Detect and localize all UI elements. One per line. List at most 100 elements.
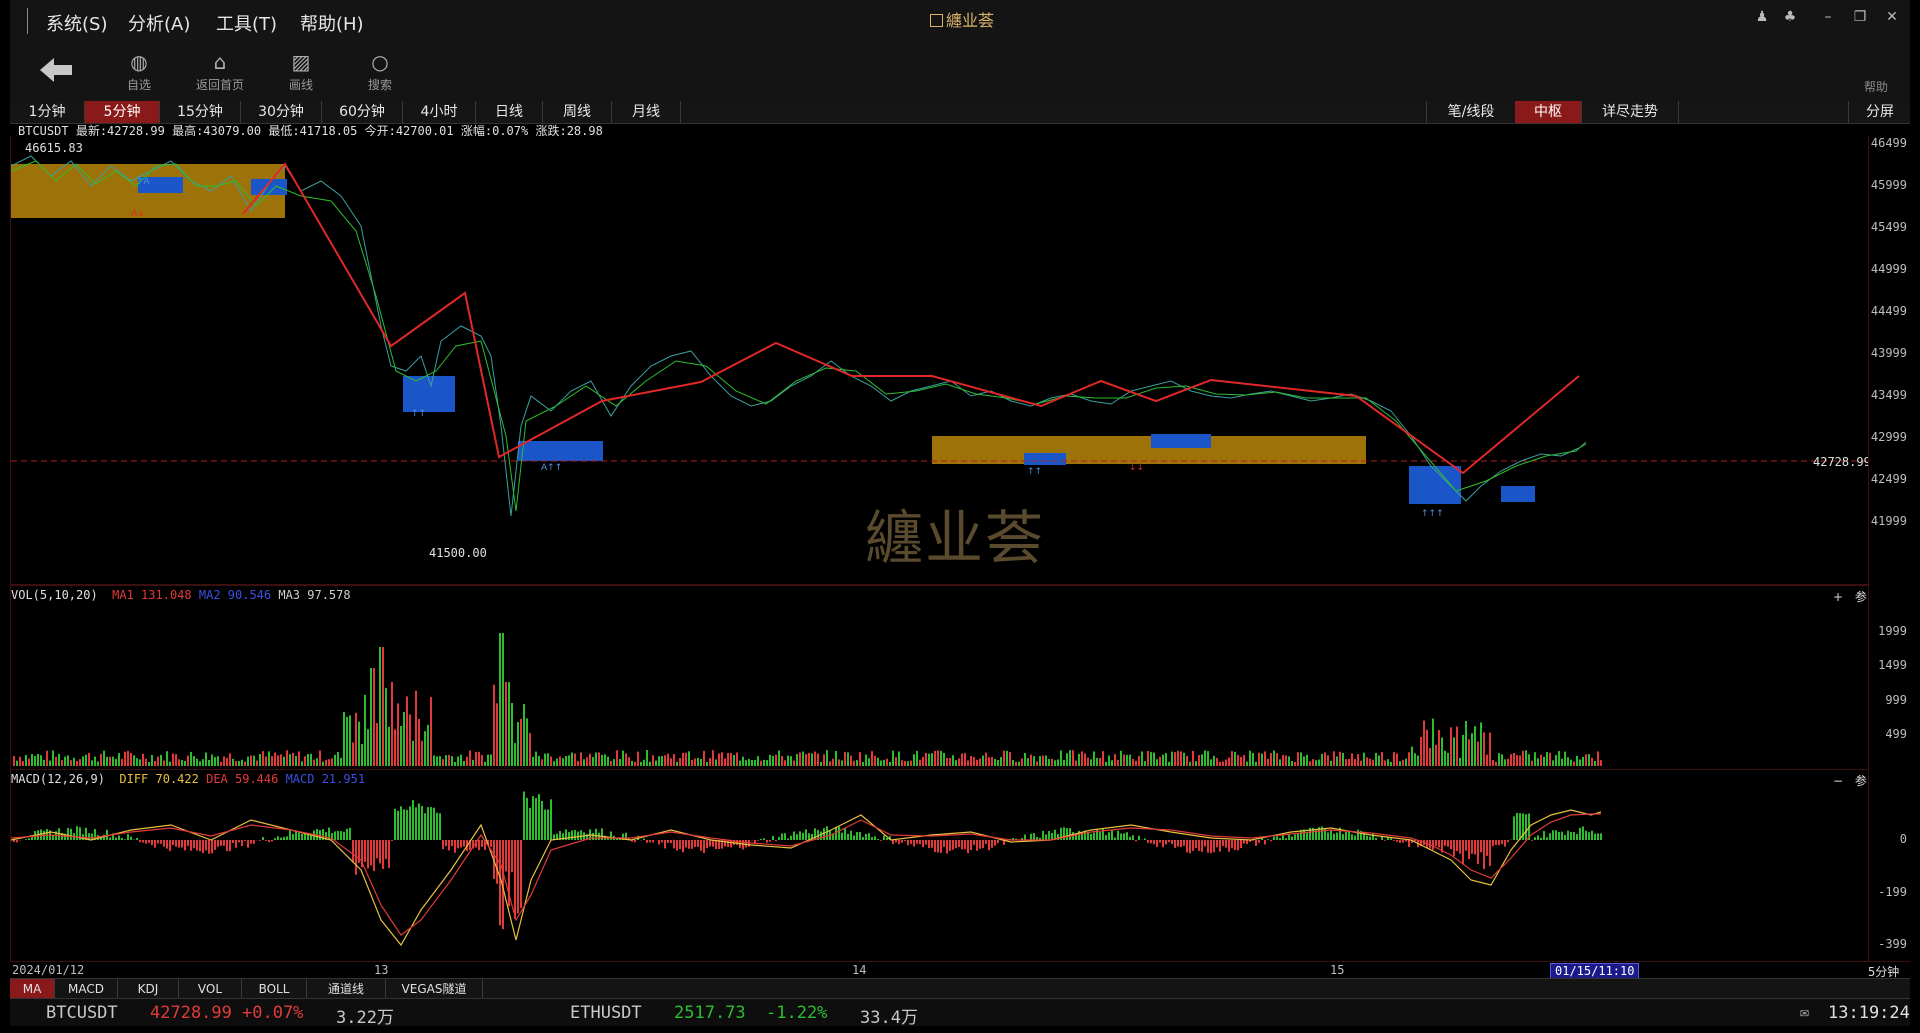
watchlist-button[interactable]: ◍ 自选	[104, 50, 174, 93]
macd-bar	[376, 840, 378, 859]
macd-bar	[919, 840, 921, 845]
tab-weekly[interactable]: 周线	[543, 101, 612, 123]
menu-tools[interactable]: 工具(T)	[216, 10, 277, 36]
tab-60min[interactable]: 60分钟	[322, 101, 403, 123]
volume-bar	[502, 633, 504, 766]
volume-bar	[1420, 736, 1422, 766]
low-price-label: 41500.00	[429, 546, 487, 560]
menu-help[interactable]: 帮助(H)	[300, 10, 364, 36]
tab-indicator-kdj[interactable]: KDJ	[118, 979, 179, 999]
tab-5min[interactable]: 5分钟	[85, 101, 160, 123]
macd-bar	[28, 838, 30, 840]
macd-bar	[448, 840, 450, 851]
tab-indicator-ma[interactable]: MA	[10, 979, 55, 999]
tab-indicator-vegas[interactable]: VEGAS隧道	[386, 979, 483, 999]
volume-bar	[1390, 761, 1392, 766]
macd-bar	[1405, 840, 1407, 842]
volume-bar	[337, 752, 339, 766]
menu-system[interactable]: 系统(S)	[46, 10, 107, 36]
split-screen-button[interactable]: 分屏	[1848, 101, 1911, 123]
price-tick: 45999	[1870, 178, 1907, 192]
tab-30min[interactable]: 30分钟	[241, 101, 322, 123]
macd-bar	[1342, 834, 1344, 840]
macd-bar	[1234, 840, 1236, 851]
restore-icon[interactable]: ❐	[1850, 8, 1870, 26]
skin-icon[interactable]: ♣	[1780, 8, 1800, 26]
macd-bar	[544, 809, 546, 840]
volume-bar	[55, 756, 57, 766]
volume-bar	[847, 752, 849, 766]
volume-bar	[1153, 752, 1155, 766]
volume-bar	[400, 725, 402, 766]
macd-bar	[766, 840, 768, 843]
volume-panel[interactable]: VOL(5,10,20) MA1 131.048 MA2 90.546 MA3 …	[10, 585, 1870, 770]
tab-indicator-vol[interactable]: VOL	[179, 979, 242, 999]
macd-bar	[481, 840, 483, 847]
ticker-symbol[interactable]: BTCUSDT	[46, 1003, 118, 1023]
volume-bar	[271, 756, 273, 766]
macd-bar	[931, 840, 933, 848]
macd-bar	[922, 840, 924, 848]
back-arrow-icon[interactable]	[38, 56, 74, 88]
macd-bar	[787, 838, 789, 840]
macd-bar	[1258, 840, 1260, 843]
macd-bar	[1573, 832, 1575, 840]
minimize-icon[interactable]: –	[1818, 8, 1838, 26]
macd-bar	[397, 810, 399, 840]
volume-bar	[262, 751, 264, 766]
volume-bar	[793, 760, 795, 766]
menu-analysis[interactable]: 分析(A)	[128, 10, 190, 36]
macd-bar	[1543, 830, 1545, 840]
macd-bar	[769, 840, 771, 842]
volume-bar	[334, 754, 336, 766]
tab-detailed-trend[interactable]: 详尽走势	[1582, 101, 1679, 123]
tab-15min[interactable]: 15分钟	[160, 101, 241, 123]
buy-marker: ↑↑	[1027, 467, 1042, 477]
macd-bar	[208, 840, 210, 854]
price-chart[interactable]: ↑A A↓ ↑↑ A↑↑ ↑↑ ↓↓ ↑↑↑ 46615.83 41500.00…	[10, 136, 1870, 585]
tab-daily[interactable]: 日线	[476, 101, 543, 123]
macd-bar	[409, 806, 411, 840]
macd-bar	[403, 809, 405, 840]
macd-bar	[679, 840, 681, 850]
volume-bar	[106, 756, 108, 766]
tab-pivot[interactable]: 中枢	[1515, 101, 1582, 123]
volume-bar	[1552, 760, 1554, 766]
volume-bar	[1378, 755, 1380, 766]
volume-bar	[799, 752, 801, 766]
tab-4h[interactable]: 4小时	[403, 101, 476, 123]
user-icon[interactable]: ♟	[1752, 8, 1772, 26]
volume-bar	[619, 759, 621, 766]
mail-icon[interactable]: ✉	[1800, 1003, 1809, 1021]
tab-indicator-channel[interactable]: 通道线	[307, 979, 386, 999]
tab-indicator-macd[interactable]: MACD	[55, 979, 118, 999]
search-button[interactable]: ○ 搜索	[345, 50, 415, 93]
volume-bar	[406, 696, 408, 766]
macd-bar	[1450, 840, 1452, 850]
tab-indicator-boll[interactable]: BOLL	[242, 979, 307, 999]
macd-bar	[547, 809, 549, 840]
volume-bar	[109, 756, 111, 766]
volume-bar	[1594, 761, 1596, 766]
volume-bar	[907, 761, 909, 766]
volume-bar	[790, 756, 792, 766]
help-link[interactable]: 帮助	[1864, 78, 1888, 95]
macd-bar	[520, 840, 522, 908]
ticker-symbol[interactable]: ETHUSDT	[570, 1003, 642, 1023]
macd-bar	[1477, 840, 1479, 865]
macd-bar	[145, 840, 147, 844]
close-icon[interactable]: ✕	[1882, 8, 1902, 26]
volume-bar	[811, 753, 813, 766]
tab-stroke-segment[interactable]: 笔/线段	[1426, 101, 1516, 123]
volume-bar	[409, 714, 411, 766]
volume-bar	[529, 733, 531, 766]
macd-bar	[67, 827, 69, 840]
tab-monthly[interactable]: 月线	[612, 101, 681, 123]
tab-1min[interactable]: 1分钟	[10, 101, 85, 123]
volume-bar	[1342, 752, 1344, 766]
home-button[interactable]: ⌂ 返回首页	[185, 50, 255, 93]
volume-bar	[1555, 755, 1557, 766]
macd-panel[interactable]: MACD(12,26,9) DIFF 70.422 DEA 59.446 MAC…	[10, 769, 1870, 963]
draw-line-button[interactable]: ▨ 画线	[266, 50, 336, 93]
macd-bar	[724, 840, 726, 847]
